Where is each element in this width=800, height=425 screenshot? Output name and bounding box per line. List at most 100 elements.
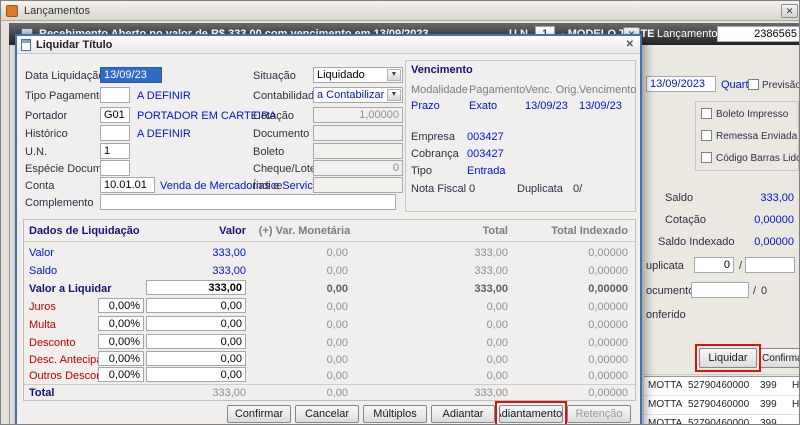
liq-total-label: Total (29, 387, 55, 399)
documento-field[interactable] (691, 282, 749, 298)
tipo-pagamento-field[interactable] (100, 87, 130, 103)
liq-row-total: 333,00 (474, 247, 508, 259)
liq-row-indexado: 0,00000 (588, 319, 628, 331)
lancamento-label: Lançamento (657, 28, 718, 40)
date-field[interactable]: 13/09/2023 (646, 76, 716, 92)
liq-row-indexado: 0,00000 (588, 301, 628, 313)
conta-field[interactable]: 10.01.01 (100, 177, 155, 193)
duplicata-field[interactable]: 0 (694, 257, 734, 273)
liquidar-button[interactable]: Liquidar (699, 348, 757, 368)
liq-header-total: Total (482, 225, 508, 237)
table-row[interactable]: MOTTA 52790460000 399 H (644, 377, 799, 396)
historico-field[interactable] (100, 125, 130, 141)
cheque-lote-label: Cheque/Lote (253, 163, 316, 175)
liq-row-total: 333,00 (474, 265, 508, 277)
duplicata-label: uplicata (646, 260, 684, 272)
juros-valor-input[interactable]: 0,00 (146, 298, 246, 313)
liq-row-total: 0,00 (486, 370, 508, 382)
liq-row-indexado: 0,00000 (588, 354, 628, 366)
portador-field[interactable]: G01 (100, 107, 130, 123)
outros-descontos-valor-input[interactable]: 0,00 (146, 367, 246, 382)
tipo-pagamento-desc: A DEFINIR (137, 90, 191, 102)
desconto-valor-input[interactable]: 0,00 (146, 334, 246, 349)
complemento-label: Complemento (25, 197, 94, 209)
panel-divider (644, 374, 799, 375)
un-label: U.N. (25, 146, 47, 158)
liq-row-indexado: 0,00000 (588, 283, 628, 295)
cancelar-button[interactable]: Cancelar (295, 405, 359, 423)
duplicata-value: 0/ (573, 183, 583, 195)
dialog-close-icon[interactable]: ✕ (626, 39, 634, 50)
codigo-barras-checkbox[interactable] (701, 152, 712, 163)
remessa-enviada-label: Remessa Enviada (716, 131, 798, 142)
liq-row-label: Valor (29, 247, 54, 259)
complemento-field[interactable] (100, 194, 396, 210)
confirmar-button[interactable]: Confirmar (227, 405, 291, 423)
especie-documento-field[interactable] (100, 160, 130, 176)
contabilidade-select[interactable]: a Contabilizar ▼ (313, 87, 403, 103)
previsao-label: Previsão (762, 80, 800, 91)
liq-row-total: 0,00 (486, 301, 508, 313)
close-icon[interactable]: ✕ (781, 4, 798, 18)
table-row[interactable]: MOTTA 52790460000 399 H (644, 396, 799, 415)
juros-pct-input[interactable]: 0,00% (98, 298, 144, 313)
liq-row-var: 0,00 (326, 283, 348, 295)
grid-num: 399 (760, 380, 777, 391)
un-field[interactable]: 1 (100, 143, 130, 159)
chevron-down-icon[interactable]: ▼ (387, 69, 401, 81)
chevron-down-icon[interactable]: ▼ (387, 89, 401, 101)
dialog-titlebar[interactable]: Liquidar Título (17, 36, 640, 54)
remessa-enviada-checkbox[interactable] (701, 130, 712, 141)
liq-row-var: 0,00 (326, 354, 348, 366)
duplicata-seq-field[interactable] (745, 257, 795, 273)
boleto-label: Boleto (253, 146, 285, 158)
valor-a-liquidar-input[interactable]: 333,00 (146, 280, 246, 295)
outros-descontos-pct-input[interactable]: 0,00% (98, 367, 144, 382)
adiantar-button[interactable]: Adiantar (431, 405, 495, 423)
panel-confirmar-button[interactable]: Confirmar (760, 348, 799, 368)
saldo-label: Saldo (665, 192, 694, 204)
adiantamentos-button[interactable]: Adiantamentos (499, 405, 563, 423)
saldo-value: 333,00 (760, 192, 794, 204)
liq-row-var: 0,00 (326, 319, 348, 331)
empresa-value: 003427 (467, 131, 504, 143)
cotacao-label: Cotação (665, 214, 706, 226)
situacao-label: Situação (253, 70, 296, 82)
liq-row-total: 0,00 (486, 319, 508, 331)
liq-total-valor: 333,00 (212, 387, 246, 399)
venc-header-venc-orig: Venc. Orig. (525, 84, 580, 96)
previsao-checkbox[interactable] (748, 79, 759, 90)
venc-header-pagamento: Pagamento (469, 84, 526, 96)
liq-row-var: 0,00 (326, 301, 348, 313)
boleto-impresso-label: Boleto Impresso (716, 109, 789, 120)
retencao-button[interactable]: Retenção (567, 405, 631, 423)
desc-antecipacao-valor-input[interactable]: 0,00 (146, 351, 246, 366)
documento-after: 0 (761, 285, 768, 297)
multa-pct-input[interactable]: 0,00% (98, 316, 144, 331)
cobranca-label: Cobrança (411, 148, 459, 160)
liq-row-total: 0,00 (486, 337, 508, 349)
table-row[interactable]: MOTTA 52790460000 399 (644, 415, 799, 424)
records-grid: MOTTA 52790460000 399 H MOTTA 5279046000… (644, 376, 799, 424)
desc-antecipacao-pct-input[interactable]: 0,00% (98, 351, 144, 366)
multa-valor-input[interactable]: 0,00 (146, 316, 246, 331)
multiplos-button[interactable]: Múltiplos (363, 405, 427, 423)
lancamento-number-field[interactable]: 2386565 (717, 26, 799, 42)
liq-row-indexado: 0,00000 (588, 265, 628, 277)
conta-desc: Venda de Mercadorias e Servic (160, 180, 313, 192)
liq-row-indexado: 0,00000 (588, 370, 628, 382)
desconto-pct-input[interactable]: 0,00% (98, 334, 144, 349)
tipo-label: Tipo (411, 165, 432, 177)
data-liquidacao-field[interactable]: 13/09/23 (100, 67, 162, 83)
situacao-select[interactable]: Liquidado ▼ (313, 67, 403, 83)
venc-orig-value: 13/09/23 (525, 100, 568, 112)
tipo-pagamento-label: Tipo Pagamento (25, 90, 106, 102)
liq-row-label: Juros (29, 301, 56, 313)
liq-row-indexado: 0,00000 (588, 337, 628, 349)
venc-header-modalidade: Modalidade (411, 84, 468, 96)
documento-field (313, 125, 403, 141)
boleto-impresso-checkbox[interactable] (701, 108, 712, 119)
liq-header-indexado: Total Indexado (551, 225, 628, 237)
liq-row-var: 0,00 (326, 370, 348, 382)
grid-num: 399 (760, 399, 777, 410)
